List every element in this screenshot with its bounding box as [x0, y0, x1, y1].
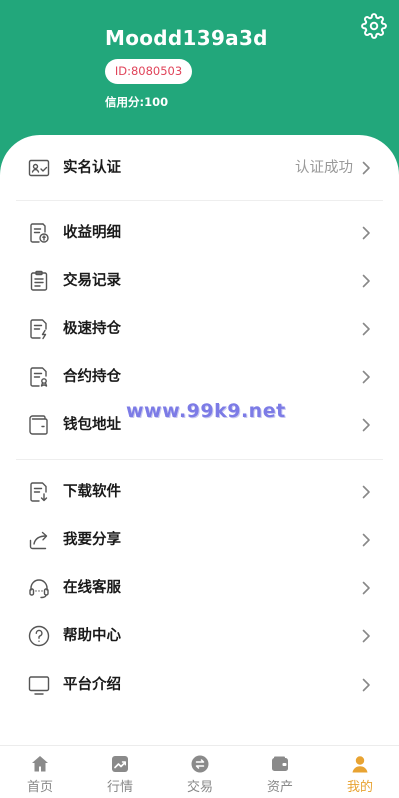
contract-doc-icon [30, 367, 48, 387]
chevron-right-icon [362, 678, 370, 692]
exchange-icon [191, 755, 209, 773]
menu-item-label: 极速持仓 [63, 321, 121, 337]
chevron-right-icon [362, 370, 370, 384]
credit-score: 信用分:100 [105, 95, 169, 109]
clipboard-icon [30, 270, 48, 291]
menu-item-label: 我要分享 [63, 532, 121, 548]
menu-item-contract-positions[interactable]: 合约持仓 [0, 353, 399, 401]
divider [16, 200, 383, 201]
wallet-tab-icon [272, 756, 288, 771]
menu-item-trade-records[interactable]: 交易记录 [0, 257, 399, 305]
menu-item-download[interactable]: 下载软件 [0, 468, 399, 516]
tab-label: 行情 [106, 780, 133, 795]
menu-item-label: 合约持仓 [63, 369, 121, 385]
menu-item-label: 实名认证 [63, 160, 121, 176]
bottom-tab-bar: 首页 行情 交易 资产 我的 [0, 745, 399, 798]
divider [16, 459, 383, 460]
menu-item-help-center[interactable]: 帮助中心 [0, 612, 399, 660]
home-icon [32, 756, 48, 772]
chevron-right-icon [362, 274, 370, 288]
tab-home[interactable]: 首页 [0, 746, 80, 798]
menu-item-share[interactable]: 我要分享 [0, 516, 399, 564]
chevron-right-icon [362, 322, 370, 336]
watermark: www.99k9.net [126, 400, 286, 422]
chevron-right-icon [362, 629, 370, 643]
headset-icon [29, 579, 49, 599]
tab-label: 交易 [186, 780, 213, 795]
menu-item-label: 平台介绍 [63, 677, 121, 693]
chevron-right-icon [362, 226, 370, 240]
tab-mine[interactable]: 我的 [320, 746, 399, 798]
flash-doc-icon [30, 319, 47, 340]
menu-item-label: 交易记录 [63, 273, 121, 289]
menu-item-fast-positions[interactable]: 极速持仓 [0, 305, 399, 353]
settings-gear-icon[interactable] [361, 13, 387, 39]
menu-item-label: 下载软件 [63, 484, 121, 500]
tab-market[interactable]: 行情 [80, 746, 160, 798]
chevron-right-icon [362, 161, 370, 175]
monitor-icon [28, 676, 50, 695]
chart-icon [112, 756, 128, 772]
tab-label: 我的 [346, 780, 373, 795]
chevron-right-icon [362, 581, 370, 595]
income-doc-icon [30, 223, 49, 243]
chevron-right-icon [362, 533, 370, 547]
menu-item-label: 钱包地址 [63, 417, 121, 433]
share-icon [29, 531, 48, 550]
tab-label: 首页 [26, 780, 53, 795]
id-card-icon [28, 159, 50, 177]
chevron-right-icon [362, 418, 370, 432]
menu-item-verify[interactable]: 实名认证 认证成功 [0, 144, 399, 192]
menu-item-label: 收益明细 [63, 225, 121, 241]
tab-trade[interactable]: 交易 [160, 746, 240, 798]
menu-item-label: 在线客服 [63, 580, 121, 596]
menu-item-customer-service[interactable]: 在线客服 [0, 564, 399, 612]
chevron-right-icon [362, 485, 370, 499]
user-icon [352, 756, 368, 773]
wallet-icon [29, 415, 48, 435]
user-id-badge: ID:8080503 [105, 59, 192, 84]
menu-item-platform-intro[interactable]: 平台介绍 [0, 661, 399, 709]
username: Moodd139a3d [105, 26, 268, 50]
tab-label: 资产 [266, 780, 293, 795]
tab-assets[interactable]: 资产 [240, 746, 320, 798]
menu-item-label: 帮助中心 [63, 628, 121, 644]
download-doc-icon [30, 482, 48, 502]
verify-status: 认证成功 [295, 160, 353, 176]
help-icon [28, 625, 50, 647]
menu-item-income[interactable]: 收益明细 [0, 209, 399, 257]
